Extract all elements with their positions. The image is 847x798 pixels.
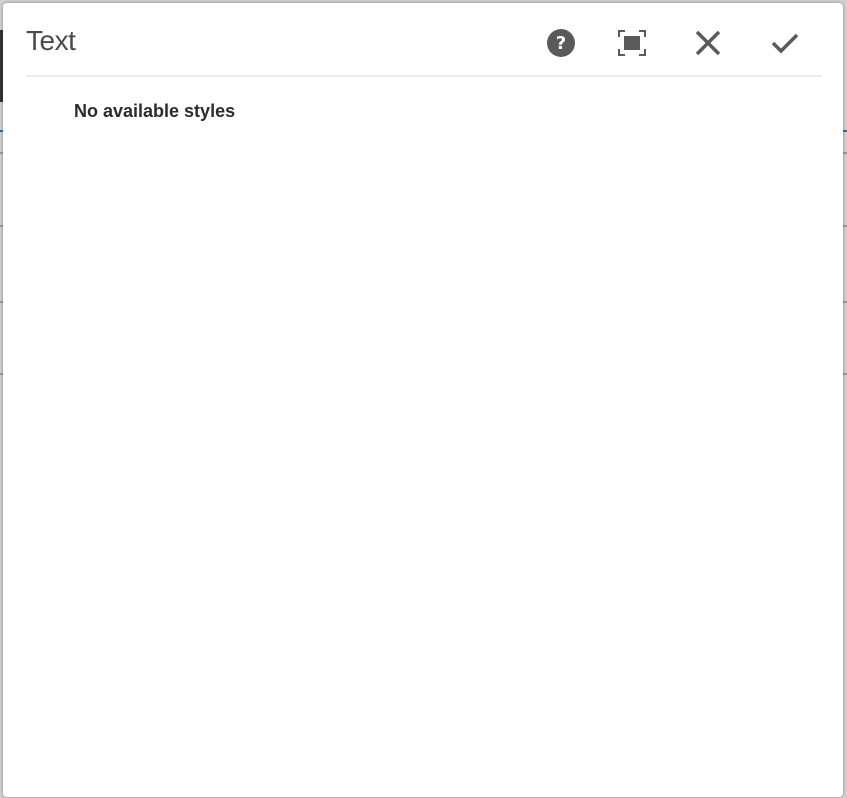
help-button[interactable]: ?: [543, 25, 579, 61]
text-dialog: Text ? No available styles: [3, 3, 843, 797]
fullscreen-icon: [618, 30, 646, 56]
styles-empty-message: No available styles: [74, 101, 236, 121]
done-button[interactable]: [767, 25, 803, 61]
dialog-title: Text: [26, 25, 76, 56]
dialog-header: Text ?: [26, 3, 822, 77]
fullscreen-button[interactable]: [614, 25, 650, 61]
close-icon: [695, 30, 721, 56]
help-icon: ?: [547, 29, 575, 57]
checkmark-icon: [771, 33, 799, 54]
svg-text:?: ?: [556, 33, 566, 54]
close-button[interactable]: [690, 25, 726, 61]
